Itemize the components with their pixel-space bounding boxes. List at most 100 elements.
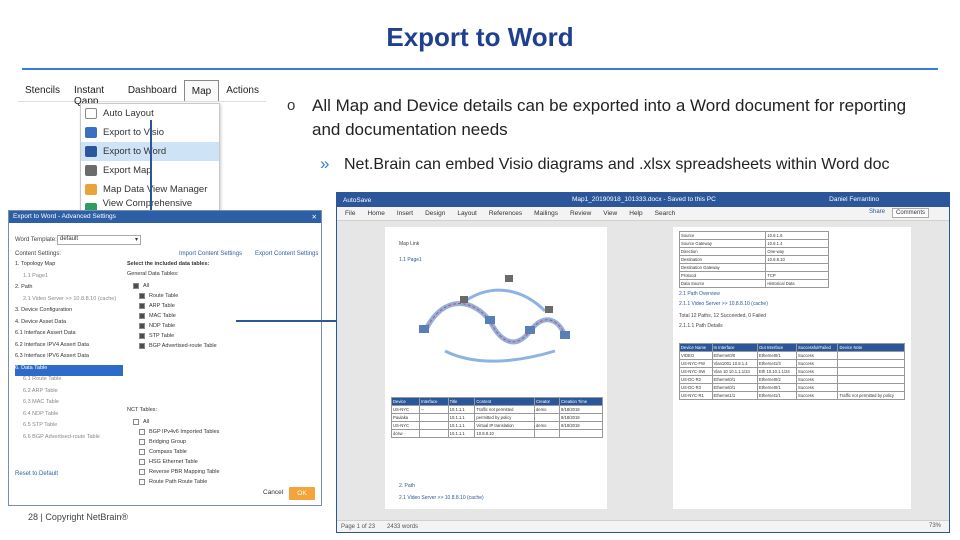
word-status-bar: Page 1 of 23 2433 words 73% — [337, 520, 949, 532]
page1-section: 1.1 Page1 — [399, 257, 422, 263]
tree-item[interactable]: 6.2 ARP Table — [15, 388, 123, 400]
ribbon-tab-home[interactable]: Home — [367, 210, 384, 217]
tree-item[interactable]: 6.1 Interface Assert Data — [15, 330, 123, 342]
tab-instant-qapp[interactable]: Instant Qapp — [67, 80, 121, 107]
export-map-icon — [85, 165, 97, 176]
close-icon[interactable]: ✕ — [312, 213, 317, 221]
tree-item[interactable]: 6.2 Interface IPV4 Assert Data — [15, 342, 123, 354]
bullet-main: o All Map and Device details can be expo… — [287, 94, 937, 142]
tree-item[interactable]: 3. Device Configuration — [15, 307, 123, 319]
cancel-button[interactable]: Cancel — [263, 489, 283, 496]
export-settings-link[interactable]: Export Content Settings — [255, 251, 318, 257]
ribbon-tab-file[interactable]: File — [345, 210, 355, 217]
general-table-checkbox[interactable]: BGP Advertised-route Table — [133, 341, 319, 351]
data-view-icon — [85, 184, 97, 195]
nct-table-checkbox[interactable]: Bridging Group — [133, 437, 319, 447]
page-count: Page 1 of 23 — [341, 523, 376, 530]
nct-table-checkbox[interactable]: BGP IPv4v6 Imported Tables — [133, 427, 319, 437]
tree-item[interactable]: 2.1 Video Server >> 10.8.8.10 (cache) — [15, 296, 123, 308]
tab-stencils[interactable]: Stencils — [18, 80, 67, 101]
slide-title: Export to Word — [386, 22, 574, 52]
autosave-label[interactable]: AutoSave — [343, 197, 371, 204]
select-tables-title: Select the included data tables: — [127, 261, 210, 267]
bullet-circle-marker: o — [287, 97, 296, 114]
word-window: AutoSave Map1_20190918_101333.docx - Sav… — [336, 192, 950, 533]
ribbon-tab-insert[interactable]: Insert — [397, 210, 413, 217]
page2-info-table: Source 10.8.1.6 Source Gateway 10.8.1.4 Di… — [678, 231, 829, 288]
table-row: VIDEO Ethernet0/0 Ethernet0/1 Success — [679, 351, 905, 360]
export-word-dialog: Export to Word - Advanced Settings ✕ Wor… — [8, 210, 322, 506]
path-heading: 2. Path — [399, 483, 415, 489]
ribbon-tab-help[interactable]: Help — [629, 210, 642, 217]
ribbon-tab-view[interactable]: View — [603, 210, 617, 217]
nct-table-checkbox[interactable]: Route Path Route Table — [133, 477, 319, 487]
tab-map[interactable]: Map — [183, 80, 220, 101]
tree-item[interactable]: 2. Path — [15, 284, 123, 296]
tree-item[interactable]: 6.3 Interface IPV6 Assert Data — [15, 353, 123, 365]
ribbon-tab-layout[interactable]: Layout — [457, 210, 477, 217]
table-row: US-DC-R2 Ethernet0/1 Ethernet0/2 Success — [679, 375, 905, 384]
template-value: default — [60, 236, 79, 242]
path-item: 2.1 Video Server >> 10.8.8.10 (cache) — [399, 495, 484, 501]
template-label: Word Template: — [15, 237, 57, 243]
tree-item[interactable]: 6.5 STP Table — [15, 422, 123, 434]
template-select[interactable]: default ▾ — [57, 235, 141, 245]
content-tree: 1. Topology Map 1.1 Page1 2. Path 2.1 Vi… — [15, 261, 123, 481]
share-button[interactable]: Share — [869, 209, 885, 215]
menu-tab-bar: Stencils Instant Qapp Dashboard Map Acti… — [18, 80, 266, 107]
ribbon-search[interactable]: Search — [655, 210, 676, 217]
word-titlebar: AutoSave Map1_20190918_101333.docx - Sav… — [337, 193, 949, 207]
word-page-2: Source 10.8.1.6 Source Gateway 10.8.1.4 Di… — [673, 227, 911, 509]
dialog-title: Export to Word - Advanced Settings — [13, 213, 116, 220]
tree-item[interactable]: 1.1 Page1 — [15, 273, 123, 285]
tab-actions[interactable]: Actions — [219, 80, 266, 101]
table-row: US-NYC-SW Vlan 10 10.1.1.1/24 Eth 10.10.1.… — [679, 367, 905, 376]
general-tables-label: General Data Tables: — [127, 271, 179, 277]
comments-button[interactable]: Comments — [891, 208, 929, 218]
bullet-sub: » Net.Brain can embed Visio diagrams and… — [320, 154, 930, 176]
bullet-sub-text: Net.Brain can embed Visio diagrams and .… — [344, 156, 890, 173]
ribbon-tab-references[interactable]: References — [489, 210, 522, 217]
word-icon — [85, 146, 97, 157]
import-settings-link[interactable]: Import Content Settings — [179, 251, 242, 257]
map-menu-screenshot: Stencils Instant Qapp Dashboard Map Acti… — [18, 80, 266, 212]
content-settings-label: Content Settings: — [15, 251, 62, 257]
dialog-titlebar: Export to Word - Advanced Settings ✕ — [9, 211, 321, 223]
nct-table-checkbox[interactable]: HSG Ethernet Table — [133, 457, 319, 467]
path-total: Total 12 Paths, 12 Succeeded, 0 Failed — [679, 313, 767, 319]
chevron-down-icon: ▾ — [134, 237, 138, 243]
general-table-checkbox[interactable]: ARP Table — [133, 301, 319, 311]
nct-table-checkbox[interactable]: Compass Table — [133, 447, 319, 457]
ribbon-tab-review[interactable]: Review — [570, 210, 591, 217]
nct-table-checkbox[interactable]: Reverse PBR Mapping Table — [133, 467, 319, 477]
video-path-heading: 2.1.1 Video Server >> 10.8.8.10 (cache) — [679, 301, 768, 307]
tree-item[interactable]: 1. Topology Map — [15, 261, 123, 273]
nct-table-checkbox[interactable]: All — [133, 417, 319, 427]
ribbon-tab-design[interactable]: Design — [425, 210, 445, 217]
slide-footer: 28 | Copyright NetBrain® — [28, 512, 129, 522]
ok-button[interactable]: OK — [289, 487, 315, 500]
table-row: US-NYC-R1 Ethernet1/1 Ethernet1/1 Success Tr… — [679, 391, 905, 400]
visio-icon — [85, 127, 97, 138]
path-detail-heading: 2.1.1.1 Path Details — [679, 323, 723, 329]
tree-item[interactable]: 6.3 MAC Table — [15, 399, 123, 411]
word-page-1: Map Link 1.1 Page1 Device Interface Title C… — [385, 227, 607, 509]
reset-default-link[interactable]: Reset to Default — [15, 471, 58, 477]
tree-item[interactable]: 6.1 Route Table — [15, 376, 123, 388]
ribbon-tab-mailings[interactable]: Mailings — [534, 210, 558, 217]
tree-item[interactable]: 4. Device Asset Data — [15, 319, 123, 331]
general-table-checkbox[interactable]: STP Table — [133, 331, 319, 341]
word-user: Daniel Ferrantino — [829, 196, 879, 203]
tree-item[interactable]: 6.4 NDP Table — [15, 411, 123, 423]
tree-item-selected[interactable]: 6. Data Table — [15, 364, 123, 376]
general-table-checkbox[interactable]: Route Table — [133, 291, 319, 301]
table-row: US-NYC-FW Vlan1001 10.8.1.4 Ethernet1/3 Suc… — [679, 359, 905, 368]
title-divider — [22, 68, 938, 70]
bullet-main-text: All Map and Device details can be export… — [312, 96, 907, 139]
table-row: US-DC-R3 Ethernet0/1 Ethernet0/1 Success — [679, 383, 905, 392]
bullet-chevron-marker: » — [320, 154, 330, 173]
zoom-level[interactable]: 73% — [929, 523, 941, 529]
general-table-checkbox[interactable]: All — [133, 281, 319, 291]
tree-item[interactable]: 6.6 BGP Advertised-route Table — [15, 434, 123, 446]
tab-dashboard[interactable]: Dashboard — [121, 80, 184, 101]
